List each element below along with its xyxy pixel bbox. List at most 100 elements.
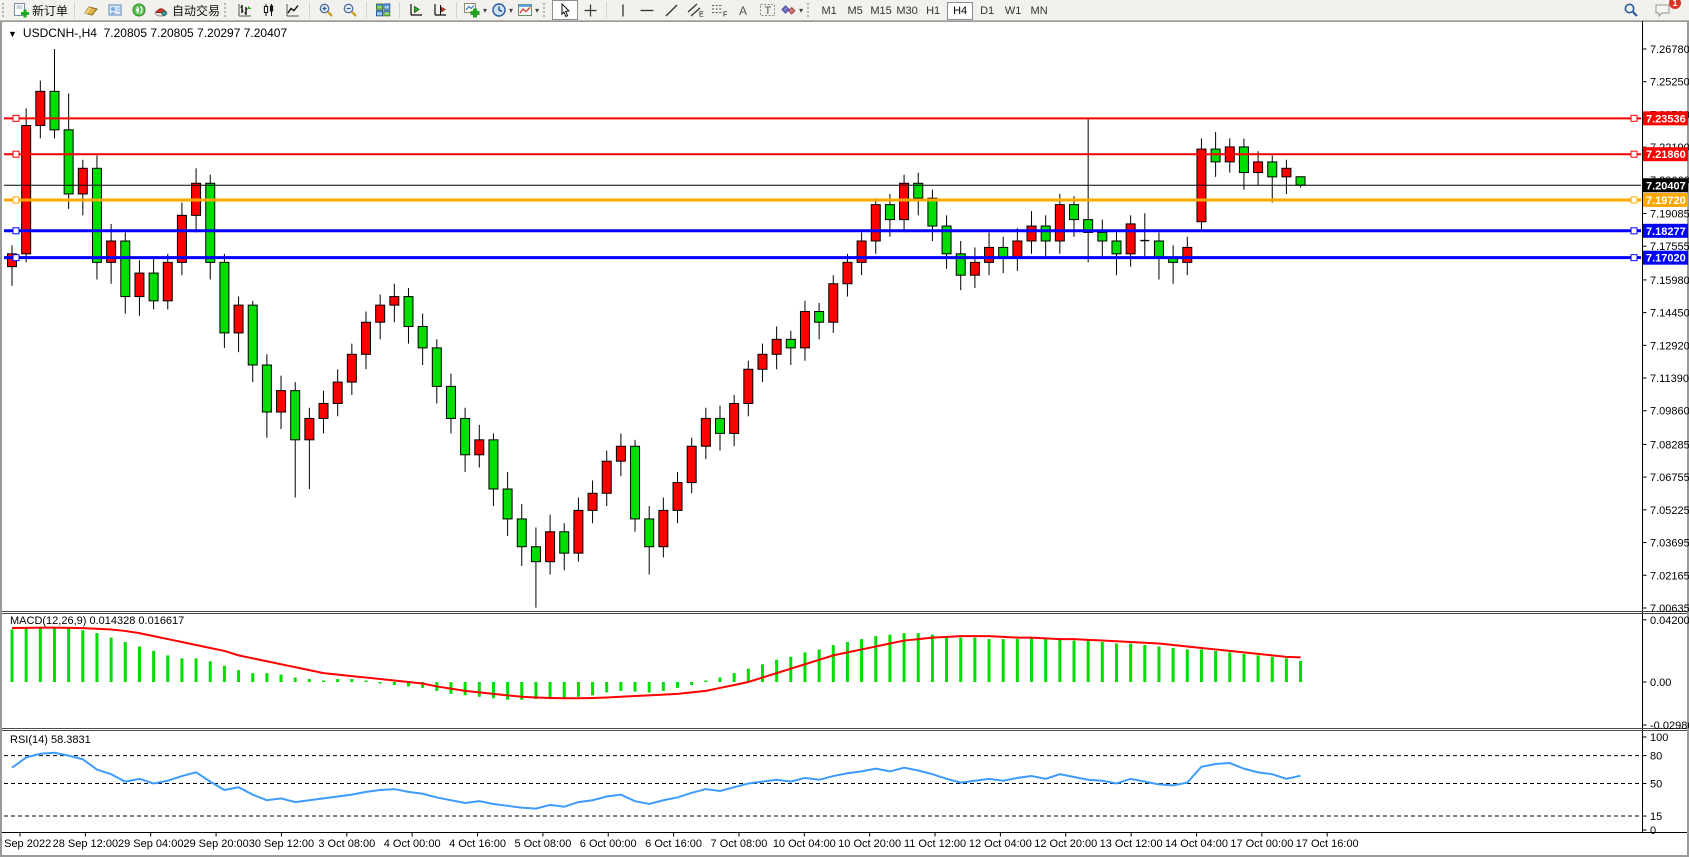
rsi-tick-label: 0 [1650, 825, 1656, 837]
clock-icon [491, 2, 507, 18]
price-line-label: 7.23536 [1646, 113, 1686, 125]
search-icon [1623, 2, 1639, 18]
candle-body [234, 305, 243, 333]
price-tick-label: 7.15980 [1650, 275, 1689, 287]
macd-histogram-bar [704, 681, 707, 682]
accounts-button[interactable] [103, 1, 127, 19]
crosshair-icon [583, 3, 598, 18]
line-handle[interactable] [1631, 115, 1637, 121]
new-order-button[interactable]: 新订单 [11, 1, 70, 19]
chart-shift-icon [432, 2, 448, 18]
rsi-tick-label: 50 [1650, 779, 1662, 791]
periods-button[interactable]: ▾ [489, 1, 515, 19]
time-tick-label: 28 Sep 12:00 [53, 838, 118, 850]
time-tick-label: 6 Oct 00:00 [580, 838, 637, 850]
line-handle[interactable] [13, 151, 19, 157]
rsi-tick-label: 15 [1650, 811, 1662, 823]
timeframe-button-M15[interactable]: M15 [869, 3, 893, 19]
equidistant-channel-tool-button[interactable]: E [683, 1, 707, 19]
text-label-tool-button[interactable]: T [755, 1, 779, 19]
search-button[interactable] [1619, 1, 1643, 19]
cursor-tool-button[interactable] [552, 0, 578, 20]
candle-body [687, 446, 696, 482]
timeframe-button-M5[interactable]: M5 [843, 3, 867, 19]
macd-histogram-bar [988, 639, 991, 682]
timeframe-button-M1[interactable]: M1 [817, 3, 841, 19]
line-chart-mode-button[interactable] [281, 1, 305, 19]
macd-histogram-bar [832, 645, 835, 682]
horizontal-line-tool-button[interactable] [635, 1, 659, 19]
line-handle[interactable] [13, 197, 19, 203]
candle-body [701, 418, 710, 446]
price-tick-label: 7.03695 [1650, 538, 1689, 550]
line-handle[interactable] [13, 228, 19, 234]
candle-body [22, 126, 31, 254]
time-tick-label: 4 Oct 16:00 [449, 838, 506, 850]
timeframe-button-M30[interactable]: M30 [895, 3, 919, 19]
line-handle[interactable] [13, 255, 19, 261]
arrows-shapes-icon [781, 2, 797, 18]
deposit-button[interactable] [79, 1, 103, 19]
line-handle[interactable] [13, 115, 19, 121]
timeframe-button-MN[interactable]: MN [1027, 3, 1051, 19]
macd-histogram-bar [67, 629, 70, 682]
candle-body [546, 532, 555, 562]
trendline-tool-button[interactable] [659, 1, 683, 19]
timeframe-button-W1[interactable]: W1 [1001, 3, 1025, 19]
timeframe-button-D1[interactable]: D1 [975, 3, 999, 19]
text-tool-button[interactable]: A [731, 1, 755, 19]
auto-scroll-button[interactable] [404, 1, 428, 19]
autotrading-button[interactable]: 自动交易 [151, 1, 222, 19]
dropdown-caret-icon: ▾ [799, 6, 803, 15]
line-handle[interactable] [1631, 228, 1637, 234]
candle-body [291, 391, 300, 440]
macd-histogram-bar [1257, 655, 1260, 682]
arrows-tool-button[interactable]: ▾ [779, 1, 805, 19]
candle-body [319, 403, 328, 418]
macd-histogram-bar [860, 639, 863, 682]
candle-body [531, 547, 540, 562]
signals-button[interactable] [127, 1, 151, 19]
toolbar-separator [309, 2, 310, 18]
chart-shift-button[interactable] [428, 1, 452, 19]
line-handle[interactable] [1631, 151, 1637, 157]
zoom-out-button[interactable] [338, 1, 362, 19]
notifications-button[interactable]: 1 [1651, 1, 1675, 19]
zoom-in-button[interactable] [314, 1, 338, 19]
chart-title-symbol: USDCNH-,H4 [23, 26, 97, 40]
timeframe-button-H1[interactable]: H1 [921, 3, 945, 19]
bar-chart-mode-button[interactable] [233, 1, 257, 19]
indicators-button[interactable]: ▾ [461, 1, 489, 19]
vertical-line-tool-button[interactable] [611, 1, 635, 19]
new-order-label: 新订单 [32, 2, 68, 19]
timeframe-button-H4[interactable]: H4 [947, 2, 973, 20]
candle-body [475, 440, 484, 455]
symbol-dropdown-icon[interactable]: ▼ [8, 29, 17, 39]
toolbar-separator [74, 2, 75, 18]
time-tick-label: 27 Sep 2022 [0, 838, 51, 850]
time-tick-label: 30 Sep 12:00 [249, 838, 314, 850]
line-handle[interactable] [1631, 197, 1637, 203]
tile-windows-button[interactable] [371, 1, 395, 19]
candle-body [843, 262, 852, 283]
candlestick-mode-button[interactable] [257, 1, 281, 19]
line-handle[interactable] [1631, 255, 1637, 261]
macd-histogram-bar [563, 682, 566, 698]
macd-histogram-bar [478, 682, 481, 697]
candle-body [418, 327, 427, 348]
price-line-label: 7.18277 [1646, 226, 1686, 238]
macd-histogram-bar [1157, 646, 1160, 682]
macd-histogram-bar [662, 682, 665, 691]
templates-button[interactable]: ▾ [515, 1, 541, 19]
macd-histogram-bar [1016, 639, 1019, 682]
macd-histogram-bar [775, 660, 778, 682]
horizontal-line-icon [639, 3, 655, 18]
chart-canvas[interactable]: 7.267807.252507.237207.221907.206607.190… [0, 0, 1689, 857]
chart-title-ohlc: 7.20805 7.20805 7.20297 7.20407 [104, 26, 288, 40]
autotrading-icon [153, 2, 169, 18]
candle-body [588, 493, 597, 510]
text-label-icon: T [759, 2, 776, 18]
fibonacci-tool-button[interactable]: F [707, 1, 731, 19]
macd-histogram-bar [534, 682, 537, 699]
crosshair-tool-button[interactable] [578, 1, 602, 19]
